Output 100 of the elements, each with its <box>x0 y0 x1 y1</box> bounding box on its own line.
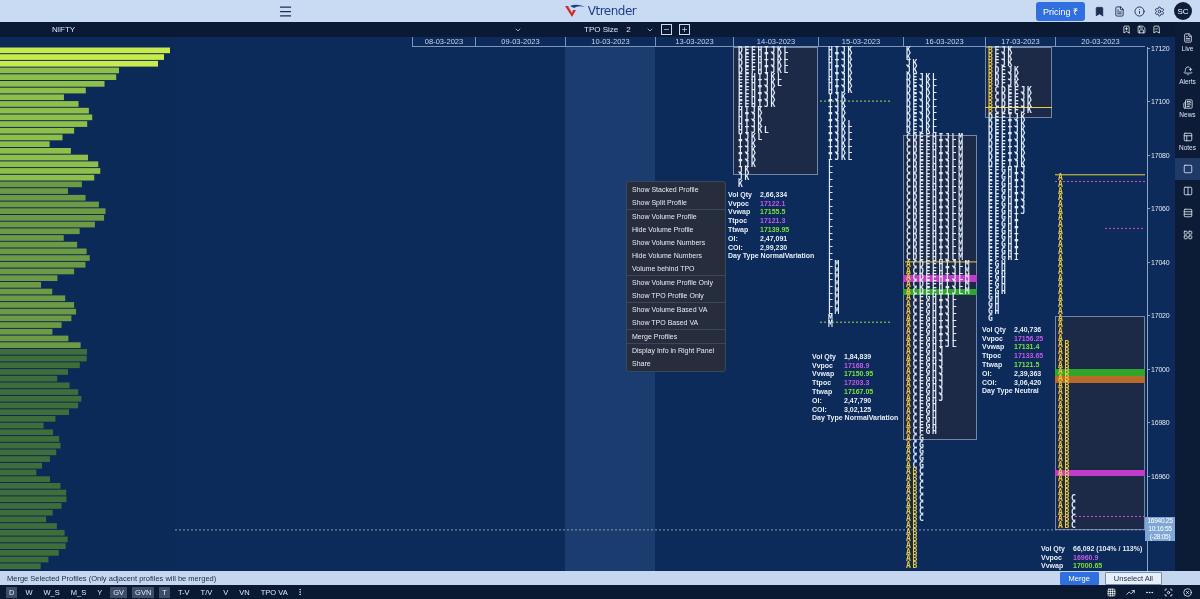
tpo-letters: ACFGHIJL <box>906 335 959 343</box>
grid-icon <box>1182 230 1193 240</box>
tpo-letters: BCDEFJK <box>988 94 1034 102</box>
bookmark-check-icon[interactable] <box>1152 25 1161 34</box>
tpo-letters: L <box>828 221 835 229</box>
tpo-letters: L <box>828 161 835 169</box>
tpo-letters: IJKL <box>828 128 855 135</box>
line-chart-icon[interactable] <box>1126 587 1135 597</box>
plus-icon <box>681 26 689 33</box>
tpo-letters: CDEFHIJLM <box>906 161 965 169</box>
tpo-letters: IJK <box>828 101 848 109</box>
tpo-letters: ACFGH <box>906 422 939 430</box>
tpo-letters: AB <box>1058 442 1072 450</box>
tpo-letters: L <box>828 208 835 216</box>
tpo-letters: G <box>988 315 995 323</box>
tpo-letters: AB <box>1058 409 1072 417</box>
tpo-letters: CDEFHIJLM <box>906 221 965 229</box>
tpo-letters: AB <box>1058 429 1072 437</box>
tpo-letters: EFGHI <box>988 221 1021 229</box>
focus-icon[interactable] <box>1164 587 1173 597</box>
tpo-letters: A <box>1058 255 1065 263</box>
settings-icon[interactable] <box>1154 5 1165 17</box>
logo-icon <box>563 4 586 18</box>
tpo-letters: A <box>1058 195 1065 203</box>
tpo-letters: EFHIJK <box>738 94 778 102</box>
tpo-letters: EFGHI <box>988 228 1021 236</box>
user-avatar[interactable]: SC <box>1174 2 1192 20</box>
tpo-letters: LM <box>828 275 842 283</box>
poc-line <box>819 100 891 102</box>
tpo-letters: IJK <box>828 94 848 102</box>
tpo-letters: L <box>828 228 835 236</box>
tpo-letters: DEJKL <box>906 74 939 82</box>
tpo-letters: M <box>828 315 835 323</box>
tpo-letters: A <box>1058 215 1065 223</box>
tpo-letters: ACG <box>906 442 926 450</box>
document-icon <box>1182 33 1193 43</box>
tpo-letters: GH <box>988 308 1002 316</box>
tpo-letters: DEJKL <box>906 114 939 122</box>
tpo-letters: A <box>1058 188 1065 196</box>
bookmark-plus-icon[interactable] <box>1122 25 1131 34</box>
tpo-letters: CDEFHIJLM <box>906 248 965 256</box>
tpo-letters: EFHIJKL <box>738 81 784 89</box>
layout-icon <box>1182 132 1193 142</box>
minus-icon <box>663 26 671 33</box>
tpo-letters: FGH <box>988 288 1008 296</box>
tpo-letters: AB <box>906 549 920 557</box>
tpo-letters: HIJK <box>828 74 855 82</box>
sidebar-item[interactable] <box>1175 158 1200 180</box>
tpo-letters: DEFIJK <box>988 161 1028 169</box>
tpo-letters: AB <box>1058 422 1072 430</box>
newspaper-icon <box>1182 99 1193 109</box>
tpo-letters: IJKL <box>828 121 855 129</box>
tpo-letters: L <box>828 241 835 249</box>
tpo-letters: IJK <box>828 108 848 115</box>
bookmark-icon[interactable] <box>1094 5 1105 17</box>
tpo-letters: AB <box>1058 449 1072 457</box>
close-icon[interactable] <box>1183 587 1192 597</box>
poc-band: ACDEFHIJLM <box>903 275 977 283</box>
tpo-letters: ACG <box>906 462 926 470</box>
tpo-size-select[interactable]: 2 <box>626 25 655 34</box>
zoom-in-button[interactable] <box>679 24 691 35</box>
tpo-letters: A <box>1058 295 1065 303</box>
tpo-letters: A <box>1058 275 1065 283</box>
tpo-letters: HIJK <box>828 54 855 62</box>
tpo-letters: HIJK <box>828 81 855 89</box>
tpo-letters: ACFGHIJL <box>906 308 959 316</box>
tpo-letters: CDEFHIJLM <box>906 228 965 236</box>
tpo-letters: A <box>1058 315 1065 323</box>
tpo-letters: A <box>1058 235 1065 243</box>
tpo-letters: ABC <box>906 469 926 476</box>
tpo-letters: BFJK <box>988 61 1015 69</box>
symbol-select[interactable]: NIFTY <box>52 25 522 34</box>
tpo-letters: A <box>1058 268 1065 276</box>
document-icon[interactable] <box>1114 5 1125 17</box>
pricing-button[interactable]: Pricing ₹ <box>1036 1 1085 21</box>
grid-icon[interactable] <box>1107 587 1116 597</box>
tpo-letters: A <box>1058 335 1065 343</box>
save-icon[interactable] <box>1137 25 1146 34</box>
tpo-letters: EFGHIJ <box>988 181 1028 189</box>
tpo-letters: ACFGHJ <box>906 362 946 369</box>
tpo-letters: ACFGH <box>906 402 939 410</box>
tpo-letters: ACFGHJ <box>906 355 946 363</box>
tpo-letters: CDEFHIJLM <box>906 168 965 176</box>
tpo-letters: DEFIJK <box>988 128 1028 135</box>
tpo-letters: CDEFHIJLM <box>906 208 965 216</box>
info-icon[interactable] <box>1134 5 1145 17</box>
poc-band: AB <box>1055 469 1145 477</box>
tpo-letters: HIJK <box>738 114 765 122</box>
zoom-out-button[interactable] <box>661 24 673 35</box>
tpo-letters: EFHIJKL <box>738 74 784 82</box>
tpo-letters: CDEFHIJLM <box>906 141 965 149</box>
tpo-letters: ACFGHJ <box>906 375 946 383</box>
tpo-letters: LM <box>828 308 842 316</box>
tpo-letters: L <box>828 215 835 222</box>
tpo-letters: AB <box>1058 462 1072 470</box>
tpo-letters: ACG <box>906 435 926 443</box>
tpo-letters: AB <box>1058 355 1072 363</box>
tpo-letters: EFHIJK <box>738 101 778 109</box>
tpo-letters: ABC <box>1058 516 1078 524</box>
tpo-letters: AB <box>1058 482 1072 490</box>
